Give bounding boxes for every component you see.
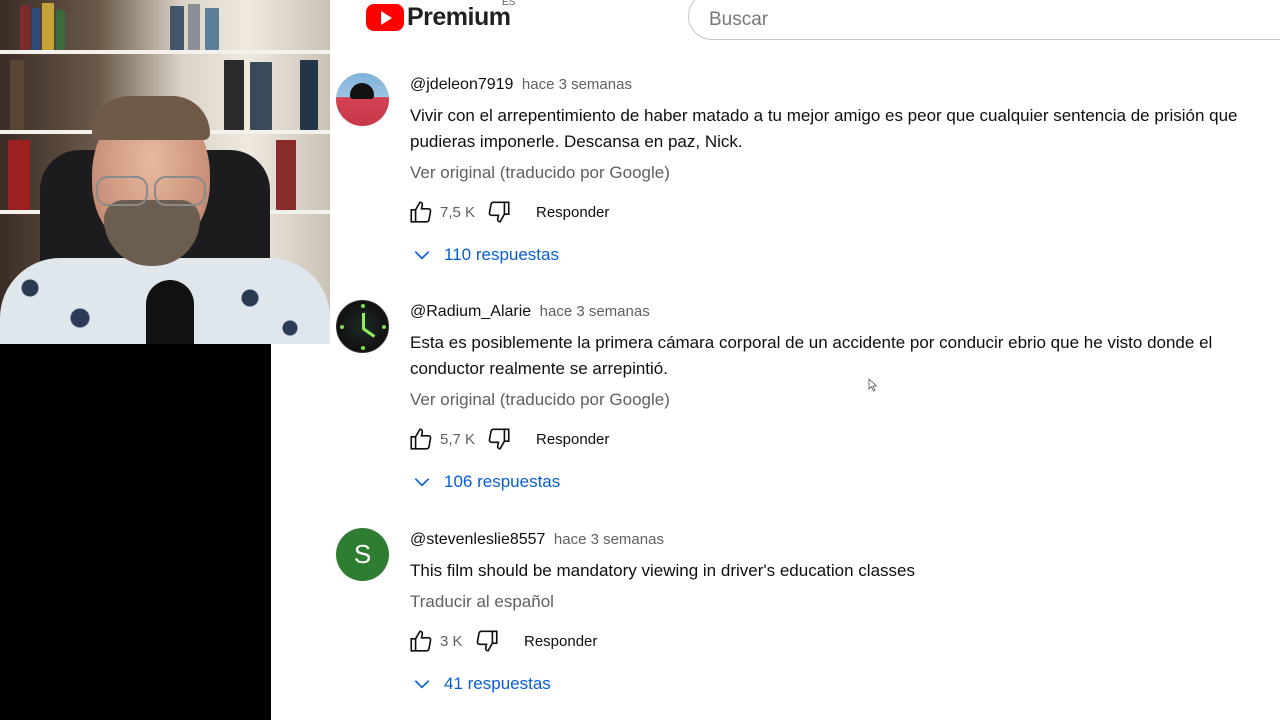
search-input[interactable]: [688, 0, 1280, 40]
replies-count: 106 respuestas: [444, 472, 561, 491]
replies-count: 110 respuestas: [444, 245, 559, 264]
comment-text: This film should be mandatory viewing in…: [410, 561, 915, 580]
chevron-down-icon: [412, 674, 432, 694]
replies-count: 41 respuestas: [444, 674, 551, 693]
like-count: 5,7 K: [440, 430, 476, 448]
dislike-icon[interactable]: [484, 424, 514, 454]
like-icon[interactable]: [406, 197, 436, 227]
youtube-logo-icon: [366, 3, 404, 31]
dislike-icon[interactable]: [484, 197, 514, 227]
comment-thread: S @stevenleslie8557 hace 3 semanas This …: [336, 528, 1266, 718]
view-replies-button[interactable]: 110 respuestas: [412, 245, 559, 265]
translate-link[interactable]: Traducir al español: [410, 592, 554, 612]
like-icon[interactable]: [406, 626, 436, 656]
like-count: 7,5 K: [440, 203, 476, 221]
microphone: [146, 280, 194, 344]
mouse-cursor-icon: [868, 378, 878, 392]
translate-link[interactable]: Ver original (traducido por Google): [410, 163, 670, 183]
webcam-overlay: [0, 0, 330, 720]
comment-time[interactable]: hace 3 semanas: [554, 531, 664, 548]
avatar[interactable]: [336, 73, 389, 126]
translate-link[interactable]: Ver original (traducido por Google): [410, 390, 670, 410]
comment-author[interactable]: @Radium_Alarie: [410, 303, 531, 320]
dislike-icon[interactable]: [472, 626, 502, 656]
like-icon[interactable]: [406, 424, 436, 454]
reply-button[interactable]: Responder: [536, 204, 609, 221]
reply-button[interactable]: Responder: [524, 633, 597, 650]
like-count: 3 K: [440, 632, 463, 650]
country-code: ES: [502, 0, 516, 8]
comment-thread: @jdeleon7919 hace 3 semanas Vivir con el…: [336, 73, 1266, 273]
avatar-letter: S: [353, 539, 372, 569]
view-replies-button[interactable]: 106 respuestas: [412, 472, 560, 492]
chevron-down-icon: [412, 472, 432, 492]
black-panel: [0, 344, 271, 720]
comment-time[interactable]: hace 3 semanas: [540, 303, 650, 320]
comment-text: Vivir con el arrepentimiento de haber ma…: [410, 106, 1238, 151]
comment-thread: @Radium_Alarie hace 3 semanas Esta es po…: [336, 300, 1266, 500]
reply-button[interactable]: Responder: [536, 431, 609, 448]
comment-text: Esta es posiblemente la primera cámara c…: [410, 333, 1213, 378]
comment-time[interactable]: hace 3 semanas: [522, 76, 632, 93]
avatar[interactable]: [336, 300, 389, 353]
logo-text: Premium: [407, 2, 511, 31]
webcam-video: [0, 0, 330, 344]
comment-author[interactable]: @jdeleon7919: [410, 76, 513, 93]
chevron-down-icon: [412, 245, 432, 265]
avatar[interactable]: S: [336, 528, 389, 581]
view-replies-button[interactable]: 41 respuestas: [412, 674, 551, 694]
youtube-premium-logo[interactable]: Premium: [366, 0, 511, 34]
comment-author[interactable]: @stevenleslie8557: [410, 531, 545, 548]
